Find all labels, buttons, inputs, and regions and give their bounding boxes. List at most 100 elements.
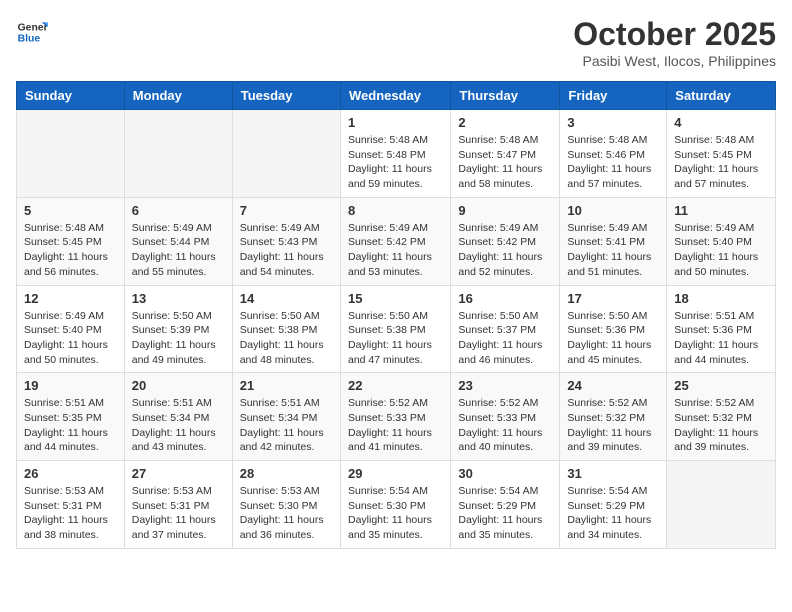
daylight-text: Daylight: 11 hours and 44 minutes. [24,427,108,454]
weekday-header-tuesday: Tuesday [232,82,340,110]
month-title: October 2025 [573,16,776,53]
calendar-day-28: 28Sunrise: 5:53 AMSunset: 5:30 PMDayligh… [232,461,340,549]
daylight-text: Daylight: 11 hours and 55 minutes. [132,251,216,278]
day-info: Sunrise: 5:48 AMSunset: 5:47 PMDaylight:… [458,133,552,192]
sunrise-text: Sunrise: 5:50 AM [132,310,212,322]
calendar-day-23: 23Sunrise: 5:52 AMSunset: 5:33 PMDayligh… [451,373,560,461]
sunrise-text: Sunrise: 5:50 AM [240,310,320,322]
day-info: Sunrise: 5:51 AMSunset: 5:34 PMDaylight:… [132,396,225,455]
sunset-text: Sunset: 5:38 PM [240,324,318,336]
day-number: 19 [24,378,117,393]
sunrise-text: Sunrise: 5:50 AM [458,310,538,322]
weekday-header-thursday: Thursday [451,82,560,110]
sunrise-text: Sunrise: 5:52 AM [348,397,428,409]
day-info: Sunrise: 5:49 AMSunset: 5:42 PMDaylight:… [348,221,443,280]
day-number: 24 [567,378,659,393]
calendar-day-24: 24 Sunrise: 5:52 AMSunset: 5:32 PMDayligh… [560,373,667,461]
day-number: 14 [240,291,333,306]
calendar-day-12: 12Sunrise: 5:49 AMSunset: 5:40 PMDayligh… [17,285,125,373]
day-info: Sunrise: 5:48 AMSunset: 5:46 PMDaylight:… [567,133,659,192]
day-info: Sunrise: 5:51 AMSunset: 5:34 PMDaylight:… [240,396,333,455]
daylight-text: Daylight: 11 hours and 39 minutes. [674,427,758,454]
sunset-text: Sunset: 5:33 PM [458,412,536,424]
daylight-text: Daylight: 11 hours and 41 minutes. [348,427,432,454]
day-number: 25 [674,378,768,393]
sunrise-text: Sunrise: 5:52 AM [674,397,754,409]
sunset-text: Sunset: 5:34 PM [132,412,210,424]
daylight-text: Daylight: 11 hours and 35 minutes. [458,514,542,541]
weekday-header-friday: Friday [560,82,667,110]
day-number: 13 [132,291,225,306]
sunrise-text: Sunrise: 5:52 AM [458,397,538,409]
sunrise-text: Sunrise: 5:54 AM [567,485,647,497]
daylight-text: Daylight: 11 hours and 53 minutes. [348,251,432,278]
day-info: Sunrise: 5:49 AMSunset: 5:43 PMDaylight:… [240,221,333,280]
day-number: 20 [132,378,225,393]
calendar-week-3: 12Sunrise: 5:49 AMSunset: 5:40 PMDayligh… [17,285,776,373]
day-number: 21 [240,378,333,393]
sunrise-text: Sunrise: 5:54 AM [458,485,538,497]
calendar-day-11: 11Sunrise: 5:49 AMSunset: 5:40 PMDayligh… [667,197,776,285]
sunset-text: Sunset: 5:45 PM [674,149,752,161]
calendar-day-8: 8Sunrise: 5:49 AMSunset: 5:42 PMDaylight… [340,197,450,285]
daylight-text: Daylight: 11 hours and 36 minutes. [240,514,324,541]
calendar-week-4: 19 Sunrise: 5:51 AM Sunset: 5:35 PM Dayligh… [17,373,776,461]
day-info: Sunrise: 5:52 AMSunset: 5:32 PMDaylight:… [674,396,768,455]
sunset-text: Sunset: 5:34 PM [240,412,318,424]
sunset-text: Sunset: 5:31 PM [132,500,210,512]
daylight-text: Daylight: 11 hours and 46 minutes. [458,339,542,366]
daylight-text: Daylight: 11 hours and 34 minutes. [567,514,651,541]
day-info: Sunrise: 5:50 AMSunset: 5:36 PMDaylight:… [567,309,659,368]
day-info: Sunrise: 5:49 AMSunset: 5:42 PMDaylight:… [458,221,552,280]
calendar-day-26: 26Sunrise: 5:53 AMSunset: 5:31 PMDayligh… [17,461,125,549]
sunrise-text: Sunrise: 5:49 AM [674,222,754,234]
day-number: 3 [567,115,659,130]
sunrise-text: Sunrise: 5:48 AM [567,134,647,146]
day-info: Sunrise: 5:52 AMSunset: 5:32 PMDaylight:… [567,396,659,455]
svg-text:Blue: Blue [18,34,41,45]
weekday-header-row: SundayMondayTuesdayWednesdayThursdayFrid… [17,82,776,110]
day-info: Sunrise: 5:54 AMSunset: 5:30 PMDaylight:… [348,484,443,543]
day-number: 31 [567,466,659,481]
calendar-day-16: 16Sunrise: 5:50 AMSunset: 5:37 PMDayligh… [451,285,560,373]
day-info: Sunrise: 5:54 AMSunset: 5:29 PMDaylight:… [458,484,552,543]
day-info: Sunrise: 5:50 AMSunset: 5:37 PMDaylight:… [458,309,552,368]
sunrise-text: Sunrise: 5:51 AM [240,397,320,409]
day-number: 29 [348,466,443,481]
day-info: Sunrise: 5:49 AMSunset: 5:40 PMDaylight:… [24,309,117,368]
calendar-day-2: 2Sunrise: 5:48 AMSunset: 5:47 PMDaylight… [451,110,560,198]
calendar-empty-cell [232,110,340,198]
day-number: 15 [348,291,443,306]
daylight-text: Daylight: 11 hours and 58 minutes. [458,163,542,190]
calendar-day-29: 29 Sunrise: 5:54 AMSunset: 5:30 PMDayligh… [340,461,450,549]
page-header: General Blue October 2025 Pasibi West, I… [16,16,776,69]
daylight-text: Daylight: 11 hours and 39 minutes. [567,427,651,454]
day-info: Sunrise: 5:54 AMSunset: 5:29 PMDaylight:… [567,484,659,543]
calendar-day-4: 4Sunrise: 5:48 AMSunset: 5:45 PMDaylight… [667,110,776,198]
day-info: Sunrise: 5:53 AMSunset: 5:31 PMDaylight:… [24,484,117,543]
calendar-day-25: 25 Sunrise: 5:52 AMSunset: 5:32 PMDayligh… [667,373,776,461]
day-info: Sunrise: 5:48 AMSunset: 5:45 PMDaylight:… [24,221,117,280]
calendar-table: SundayMondayTuesdayWednesdayThursdayFrid… [16,81,776,549]
logo-icon: General Blue [16,16,48,48]
daylight-text: Daylight: 11 hours and 49 minutes. [132,339,216,366]
sunset-text: Sunset: 5:31 PM [24,500,102,512]
calendar-day-30: 30 Sunrise: 5:54 AMSunset: 5:29 PMDayligh… [451,461,560,549]
sunset-text: Sunset: 5:42 PM [458,236,536,248]
sunrise-text: Sunrise: 5:48 AM [348,134,428,146]
sunrise-text: Sunrise: 5:50 AM [348,310,428,322]
location: Pasibi West, Ilocos, Philippines [573,53,776,69]
day-number: 30 [458,466,552,481]
daylight-text: Daylight: 11 hours and 44 minutes. [674,339,758,366]
sunset-text: Sunset: 5:35 PM [24,412,102,424]
sunrise-text: Sunrise: 5:53 AM [132,485,212,497]
day-number: 27 [132,466,225,481]
day-number: 28 [240,466,333,481]
sunrise-text: Sunrise: 5:51 AM [674,310,754,322]
sunrise-text: Sunrise: 5:54 AM [348,485,428,497]
daylight-text: Daylight: 11 hours and 38 minutes. [24,514,108,541]
daylight-text: Daylight: 11 hours and 50 minutes. [24,339,108,366]
day-info: Sunrise: 5:50 AMSunset: 5:39 PMDaylight:… [132,309,225,368]
sunrise-text: Sunrise: 5:51 AM [132,397,212,409]
sunrise-text: Sunrise: 5:49 AM [240,222,320,234]
